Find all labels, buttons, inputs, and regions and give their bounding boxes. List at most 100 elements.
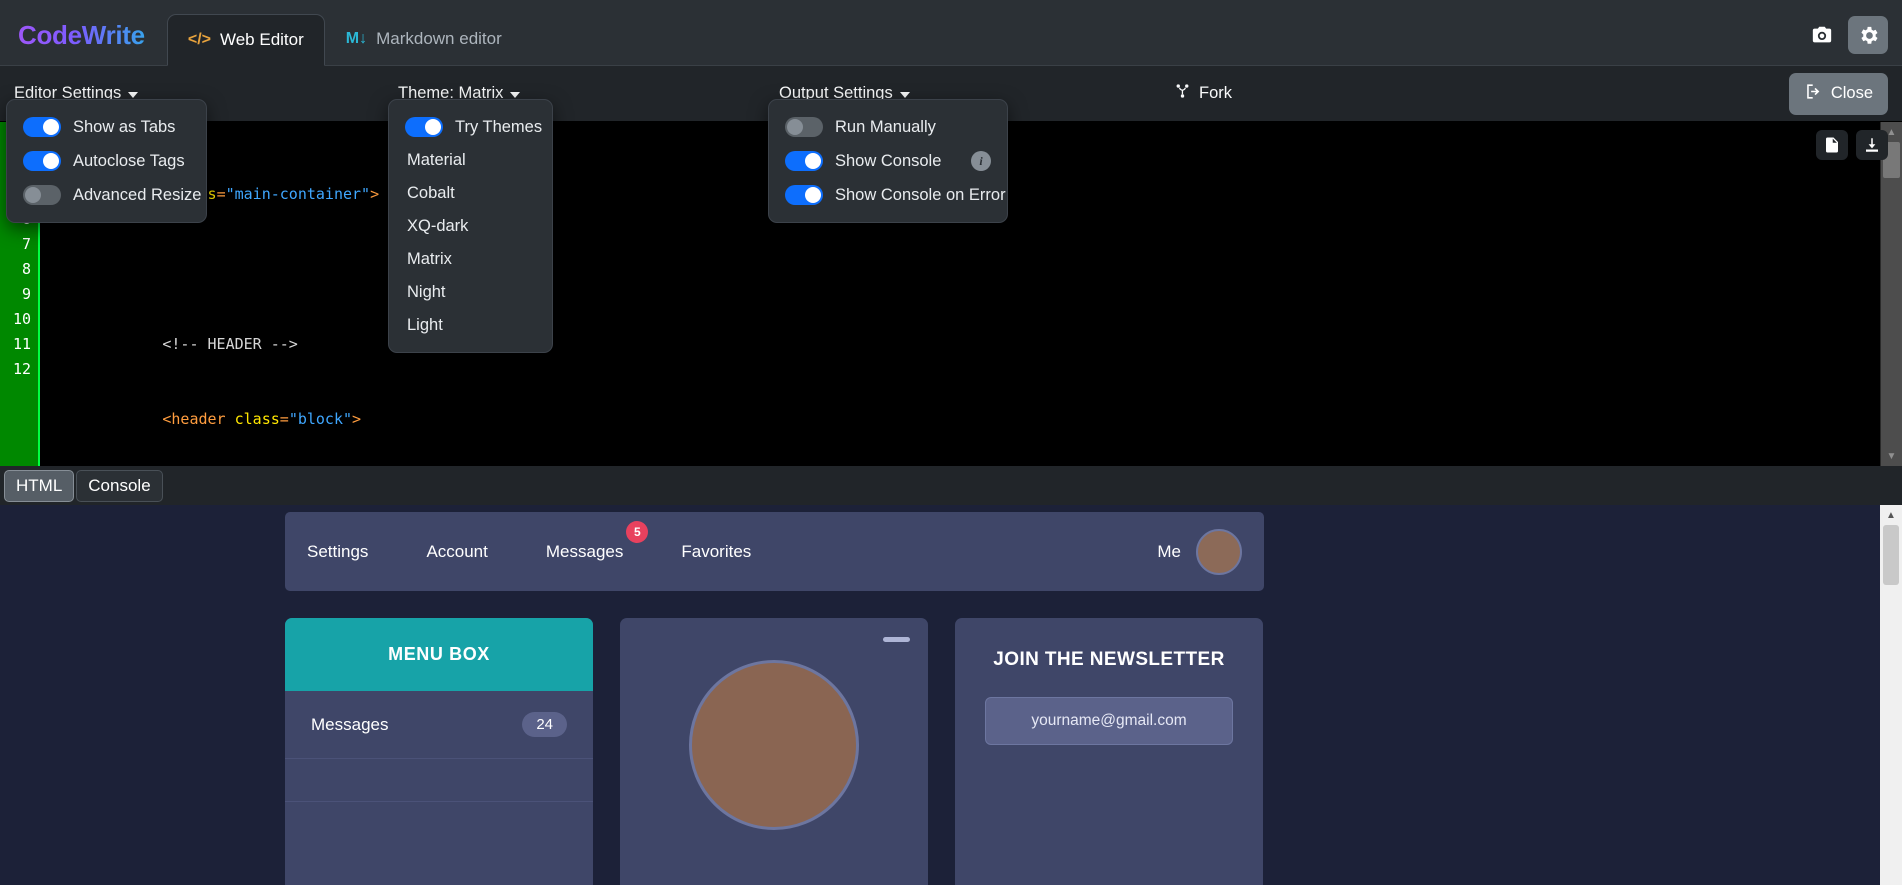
- menu-item-autoclose-tags[interactable]: Autoclose Tags: [7, 144, 206, 178]
- scrollbar-thumb[interactable]: [1883, 525, 1899, 585]
- line-number: 12: [12, 360, 31, 378]
- menu-item-try-themes[interactable]: Try Themes: [389, 110, 552, 144]
- menu-item-label: Show Console: [835, 151, 942, 170]
- output-tab-bar: HTML Console: [0, 466, 1902, 505]
- menu-box-row-next[interactable]: [285, 759, 593, 802]
- menu-item-label: Run Manually: [835, 117, 936, 136]
- theme-option-label: Material: [407, 151, 466, 169]
- nav-link-label: Settings: [307, 541, 369, 561]
- code-icon: </>: [187, 31, 211, 48]
- editor-vertical-scrollbar[interactable]: ▲ ▼: [1880, 122, 1902, 466]
- tab-web-editor[interactable]: </> Web Editor: [166, 14, 325, 66]
- toggle-advanced-resize[interactable]: [23, 185, 61, 205]
- menu-box-row-count: 24: [522, 712, 567, 737]
- theme-option-material[interactable]: Material: [389, 144, 552, 177]
- nav-link-messages[interactable]: Messages 5: [545, 520, 649, 562]
- line-number: 7: [21, 235, 31, 253]
- menu-item-show-as-tabs[interactable]: Show as Tabs: [7, 110, 206, 144]
- theme-option-label: Light: [407, 316, 443, 334]
- app-brand: CodeWrite: [0, 20, 167, 65]
- newsletter-email-input[interactable]: yourname@gmail.com: [985, 697, 1233, 745]
- toggle-try-themes[interactable]: [405, 117, 443, 137]
- profile-avatar: [689, 660, 859, 830]
- avatar[interactable]: [1196, 528, 1242, 575]
- line-number: 11: [12, 335, 31, 353]
- output-tab-html[interactable]: HTML: [4, 469, 75, 502]
- preview-vertical-scrollbar[interactable]: ▲: [1880, 505, 1902, 885]
- markdown-icon: M↓: [345, 30, 368, 47]
- theme-option-xq-dark[interactable]: XQ-dark: [389, 210, 552, 243]
- menu-box-row-messages[interactable]: Messages 24: [285, 691, 593, 759]
- newsletter-card: JOIN THE NEWSLETTER yourname@gmail.com: [955, 618, 1263, 885]
- tab-markdown-editor[interactable]: M↓ Markdown editor: [325, 13, 523, 65]
- theme-option-cobalt[interactable]: Cobalt: [389, 177, 552, 210]
- menu-item-label: Advanced Resize: [73, 185, 202, 204]
- menu-box-title: MENU BOX: [285, 618, 593, 691]
- menu-item-label: Try Themes: [455, 117, 543, 136]
- file-code-download-icon[interactable]: [1816, 130, 1848, 160]
- preview-navbar: Settings Account Messages 5 Favorites Me: [285, 512, 1264, 591]
- editor-action-icons: [1816, 130, 1888, 160]
- theme-option-light[interactable]: Light: [389, 309, 552, 342]
- theme-option-label: Night: [407, 283, 446, 301]
- theme-option-matrix[interactable]: Matrix: [389, 243, 552, 276]
- nav-link-favorites[interactable]: Favorites: [681, 542, 751, 562]
- nav-link-label: Messages: [545, 541, 624, 561]
- code-line: <header class="block">: [54, 410, 362, 428]
- toggle-show-console[interactable]: [785, 151, 823, 171]
- output-settings-menu: Run Manually Show Console i Show Console…: [768, 99, 1008, 223]
- top-bar-actions: [1802, 16, 1902, 65]
- menu-item-label: Autoclose Tags: [73, 151, 185, 170]
- gear-icon[interactable]: [1848, 16, 1888, 54]
- scroll-down-arrow-icon[interactable]: ▼: [1881, 446, 1902, 466]
- scroll-up-arrow-icon[interactable]: ▲: [1880, 505, 1902, 525]
- preview-content: Settings Account Messages 5 Favorites Me: [0, 505, 1880, 885]
- chevron-down-icon: [510, 92, 521, 98]
- top-bar: CodeWrite </> Web Editor M↓ Markdown edi…: [0, 0, 1902, 66]
- tab-web-editor-label: Web Editor: [219, 30, 304, 49]
- preview-pane: Settings Account Messages 5 Favorites Me: [0, 505, 1902, 885]
- sign-out-icon: [1804, 82, 1823, 106]
- nav-link-label: Favorites: [681, 541, 752, 561]
- fork-label: Fork: [1199, 84, 1232, 102]
- output-tab-console[interactable]: Console: [76, 469, 163, 502]
- nav-me-label: Me: [1157, 541, 1181, 561]
- tab-markdown-editor-label: Markdown editor: [376, 29, 502, 48]
- menu-item-run-manually[interactable]: Run Manually: [769, 110, 1007, 144]
- chevron-down-icon: [899, 92, 910, 98]
- nav-link-settings[interactable]: Settings: [307, 542, 368, 562]
- line-number: 8: [21, 260, 31, 278]
- nav-link-label: Account: [426, 541, 488, 561]
- scrollbar-track[interactable]: [1881, 142, 1902, 446]
- menu-item-show-console-on-error[interactable]: Show Console on Error: [769, 178, 1007, 212]
- minimize-icon[interactable]: [883, 637, 910, 642]
- toggle-autoclose-tags[interactable]: [23, 151, 61, 171]
- theme-option-label: Matrix: [407, 250, 452, 268]
- toggle-show-console-on-error[interactable]: [785, 185, 823, 205]
- nav-link-account[interactable]: Account: [426, 542, 487, 562]
- code-line: <!-- HEADER -->: [54, 335, 298, 353]
- messages-badge: 5: [626, 520, 649, 543]
- chevron-down-icon: [128, 92, 139, 98]
- download-icon[interactable]: [1856, 130, 1888, 160]
- theme-option-night[interactable]: Night: [389, 276, 552, 309]
- close-button[interactable]: Close: [1788, 72, 1888, 115]
- toggle-show-as-tabs[interactable]: [23, 117, 61, 137]
- theme-menu: Try Themes Material Cobalt XQ-dark Matri…: [388, 99, 553, 353]
- newsletter-title: JOIN THE NEWSLETTER: [993, 649, 1225, 670]
- nav-user-area[interactable]: Me: [1157, 528, 1242, 575]
- theme-option-label: Cobalt: [407, 184, 455, 202]
- camera-icon[interactable]: [1802, 16, 1842, 54]
- menu-item-advanced-resize[interactable]: Advanced Resize: [7, 178, 206, 212]
- fork-button[interactable]: Fork: [1174, 82, 1232, 105]
- info-icon[interactable]: i: [971, 151, 991, 171]
- menu-item-label: Show as Tabs: [73, 117, 176, 136]
- menu-box-card: MENU BOX Messages 24: [285, 618, 593, 885]
- menu-item-show-console[interactable]: Show Console i: [769, 144, 1007, 178]
- toggle-run-manually[interactable]: [785, 117, 823, 137]
- fork-icon: [1174, 82, 1191, 105]
- menu-item-label: Show Console on Error: [835, 185, 1006, 204]
- editor-settings-menu: Show as Tabs Autoclose Tags Advanced Res…: [6, 99, 207, 223]
- profile-card: [620, 618, 928, 885]
- line-number: 10: [12, 310, 31, 328]
